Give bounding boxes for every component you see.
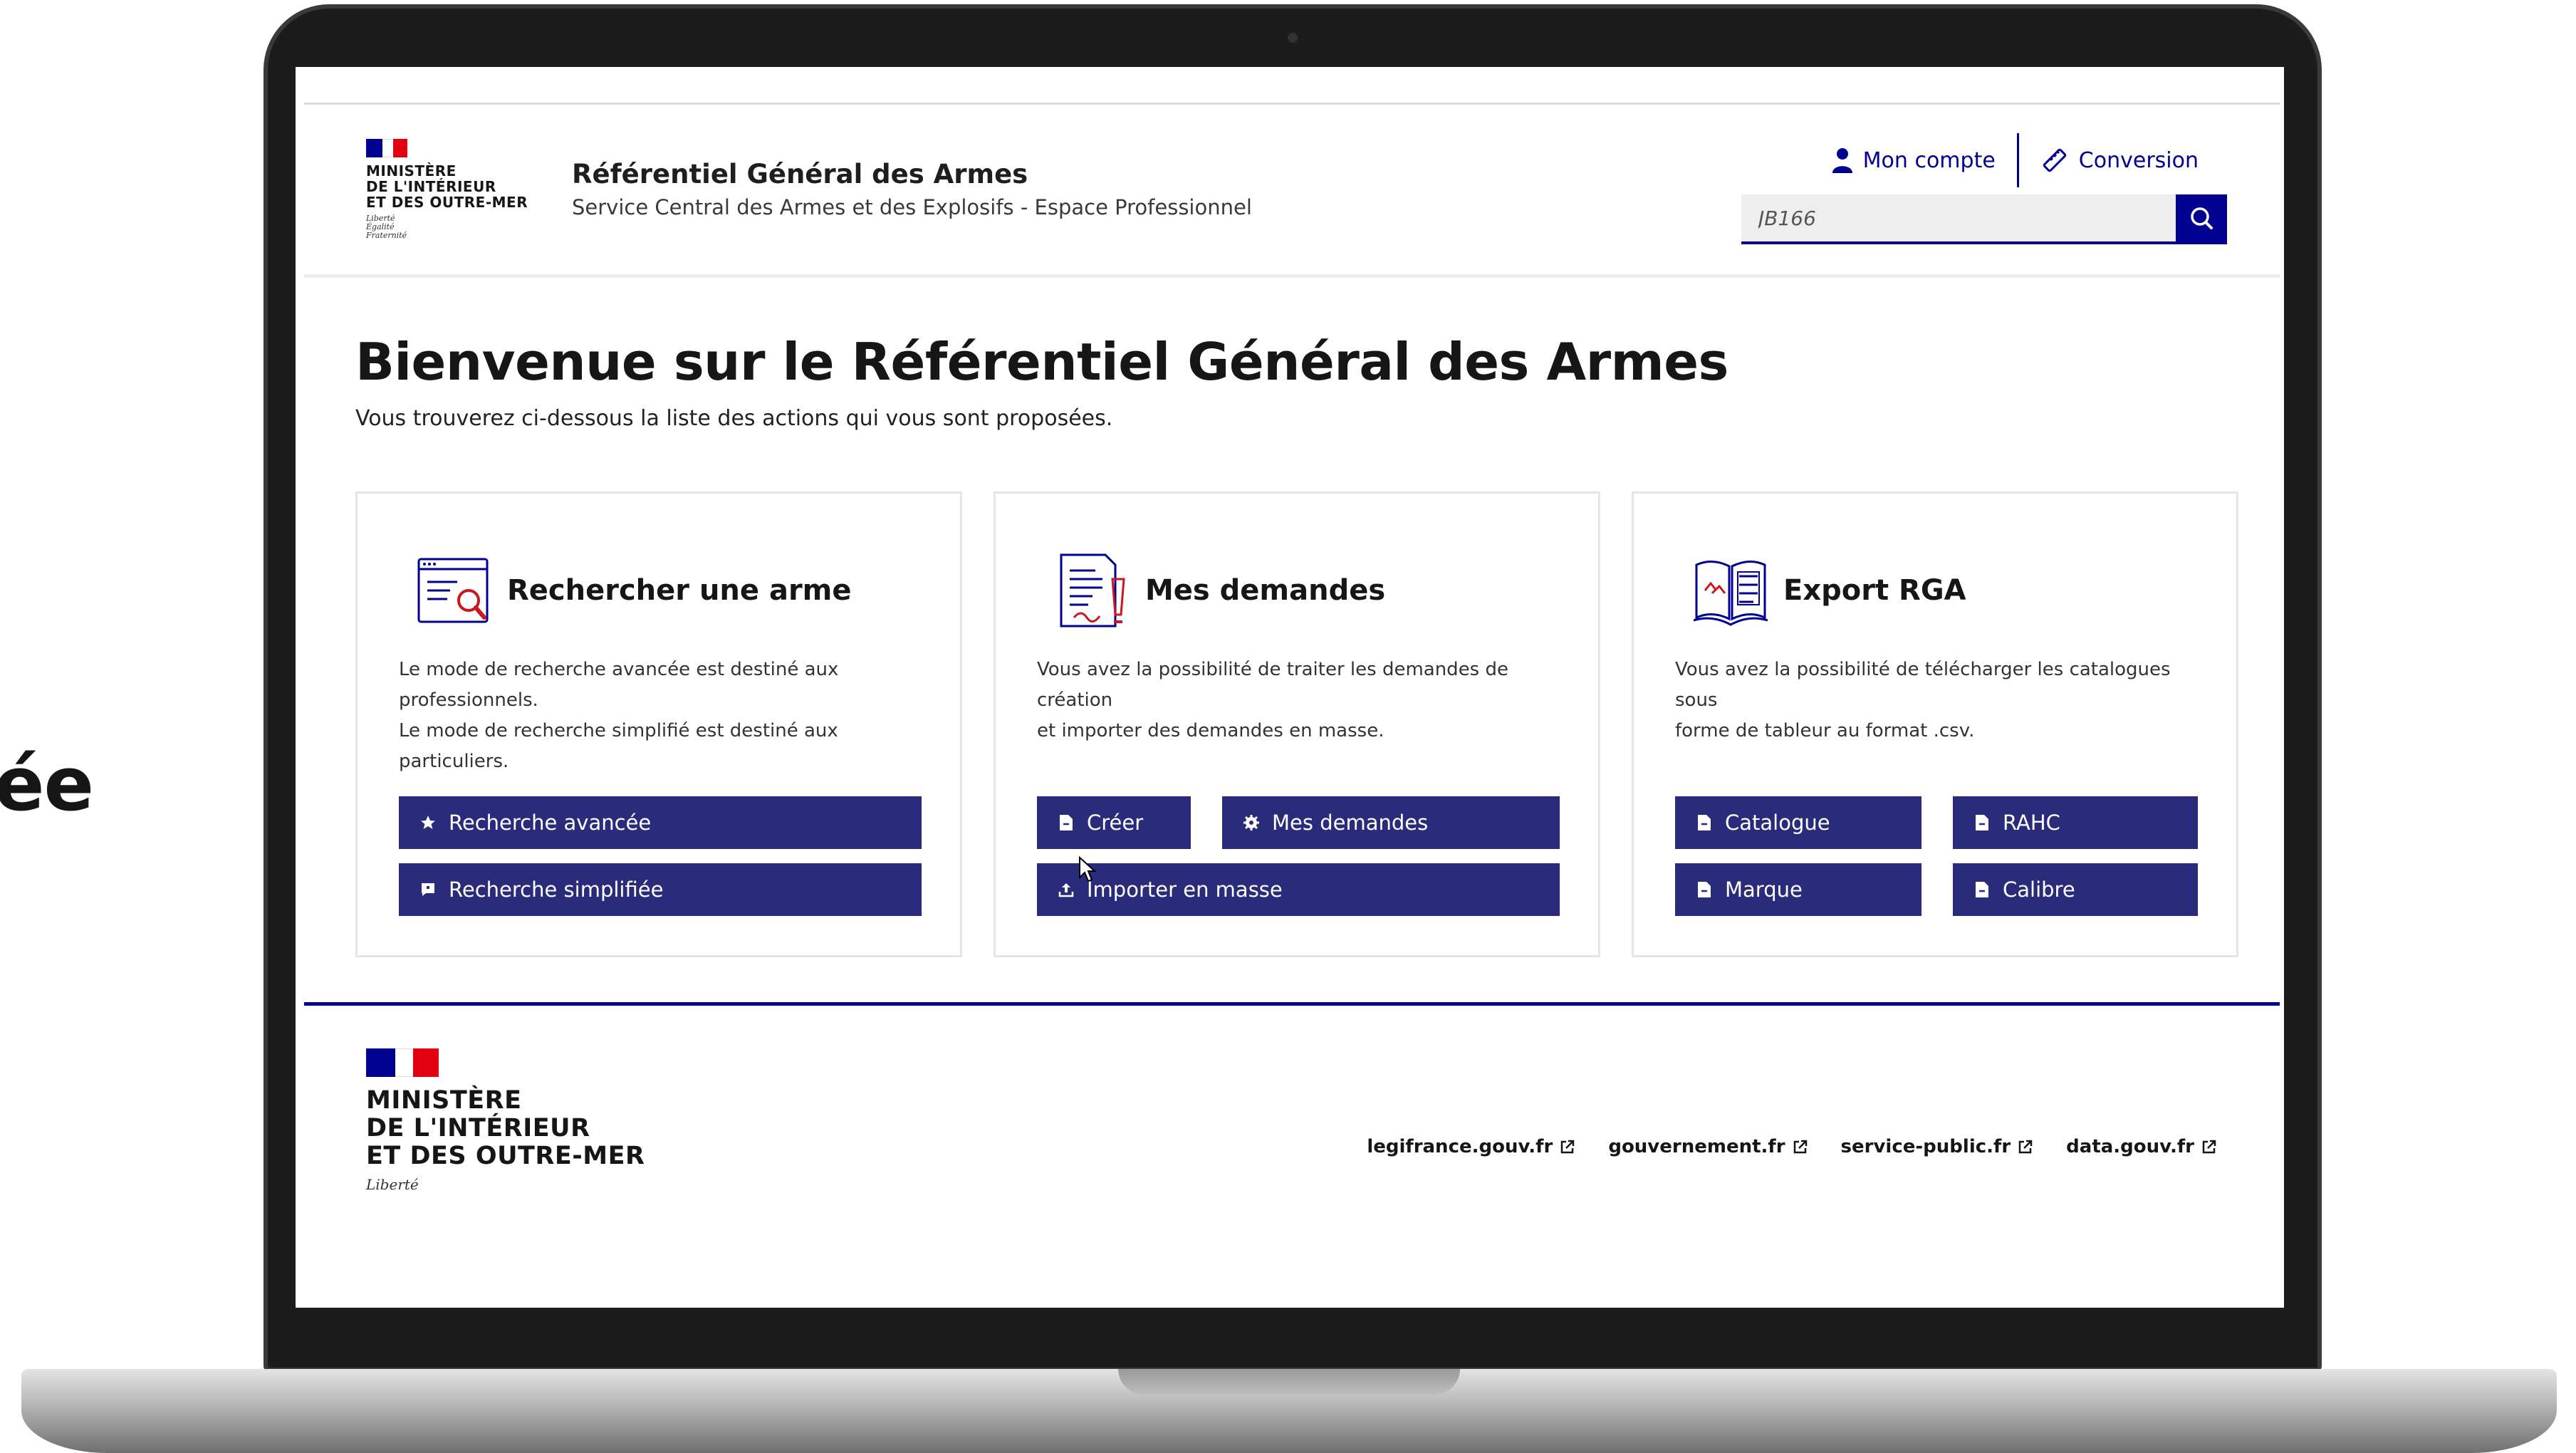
page-lead: Vous trouverez ci-dessous la liste des a… — [355, 406, 1113, 431]
slide-heading-fragment: ée — [0, 741, 94, 828]
create-request-button[interactable]: Créer — [1037, 796, 1191, 849]
export-calibre-button[interactable]: Calibre — [1953, 863, 2198, 916]
site-footer: MINISTÈRE DE L'INTÉRIEUR ET DES OUTRE-ME… — [304, 1002, 2280, 1194]
card-export-rga: Export RGA Vous avez la possibilité de t… — [1632, 491, 2238, 957]
export-catalogue-button[interactable]: Catalogue — [1675, 796, 1921, 849]
main-content: Bienvenue sur le Référentiel Général des… — [304, 278, 2280, 999]
card-title: Rechercher une arme — [507, 574, 852, 607]
card-header: Mes demandes — [1053, 551, 1385, 630]
header-tools: Mon compte Conversion — [1810, 133, 2220, 187]
search-document-icon — [417, 558, 489, 623]
signed-document-icon — [1060, 553, 1125, 627]
account-label: Mon compte — [1862, 147, 1996, 173]
footer-link-service-public[interactable]: service-public.fr — [1841, 1136, 2034, 1157]
site-title[interactable]: Référentiel Général des Armes — [572, 159, 1028, 189]
footer-ministry-logo[interactable]: MINISTÈRE DE L'INTÉRIEUR ET DES OUTRE-ME… — [366, 1048, 645, 1193]
card-header: Rechercher une arme — [414, 551, 851, 630]
site-subtitle: Service Central des Armes et des Explosi… — [572, 195, 1252, 219]
external-link-icon — [1793, 1140, 1807, 1154]
card-my-requests: Mes demandes Vous avez la possibilité de… — [994, 491, 1600, 957]
site-header: MINISTÈRE DE L'INTÉRIEUR ET DES OUTRE-ME… — [304, 105, 2280, 278]
search-bar — [1741, 194, 2227, 244]
external-link-icon — [2202, 1140, 2216, 1154]
bookmark-icon — [419, 880, 437, 899]
account-link[interactable]: Mon compte — [1810, 136, 2017, 184]
card-description: Vous avez la possibilité de télécharger … — [1675, 659, 2171, 741]
conversion-label: Conversion — [2078, 147, 2199, 173]
file-icon — [1057, 813, 1075, 832]
footer-link-data-gouv[interactable]: data.gouv.fr — [2066, 1136, 2217, 1157]
marianne-flag-icon — [366, 139, 407, 157]
simple-search-button[interactable]: Recherche simplifiée — [399, 863, 922, 916]
card-title: Mes demandes — [1145, 574, 1386, 607]
advanced-search-button[interactable]: Recherche avancée — [399, 796, 922, 849]
card-search-weapon: Rechercher une arme Le mode de recherche… — [355, 491, 962, 957]
card-header: Export RGA — [1691, 551, 1966, 630]
page-title: Bienvenue sur le Référentiel Général des… — [355, 332, 1728, 392]
marianne-flag-icon — [366, 1048, 439, 1077]
file-icon — [1973, 813, 1991, 832]
bulk-import-button[interactable]: Importer en masse — [1037, 863, 1560, 916]
ministry-name: MINISTÈRE DE L'INTÉRIEUR ET DES OUTRE-ME… — [366, 162, 528, 211]
footer-link-legifrance[interactable]: legifrance.gouv.fr — [1367, 1136, 1575, 1157]
laptop-screen: MINISTÈRE DE L'INTÉRIEUR ET DES OUTRE-ME… — [296, 67, 2284, 1308]
external-link-icon — [1561, 1140, 1575, 1154]
open-book-icon — [1693, 561, 1768, 626]
search-button[interactable] — [2176, 194, 2227, 241]
footer-links: legifrance.gouv.fr gouvernement.fr servi… — [1367, 1136, 2217, 1157]
presentation-slide: ée MINISTÈRE DE L'INTÉRIEUR ET DES OUTRE… — [0, 0, 2576, 1453]
footer-link-gouvernement[interactable]: gouvernement.fr — [1608, 1136, 1808, 1157]
file-icon — [1695, 813, 1714, 832]
card-description: Le mode de recherche avancée est destiné… — [399, 659, 839, 772]
ruler-icon — [2043, 148, 2067, 172]
card-description: Vous avez la possibilité de traiter les … — [1037, 659, 1508, 741]
ministry-name: MINISTÈRE DE L'INTÉRIEUR ET DES OUTRE-ME… — [366, 1086, 645, 1170]
file-icon — [1695, 880, 1714, 899]
star-icon — [419, 813, 437, 832]
file-icon — [1973, 880, 1991, 899]
search-input[interactable] — [1741, 194, 2176, 241]
search-icon — [2191, 207, 2213, 229]
export-rahc-button[interactable]: RAHC — [1953, 796, 2198, 849]
web-page: MINISTÈRE DE L'INTÉRIEUR ET DES OUTRE-ME… — [304, 103, 2280, 1194]
my-requests-button[interactable]: Mes demandes — [1222, 796, 1560, 849]
ministry-logo[interactable]: MINISTÈRE DE L'INTÉRIEUR ET DES OUTRE-ME… — [366, 139, 528, 240]
user-icon — [1832, 148, 1852, 173]
republic-motto: Liberté Égalité Fraternité — [366, 214, 407, 240]
conversion-link[interactable]: Conversion — [2019, 136, 2220, 184]
mouse-cursor-icon — [1079, 856, 1097, 882]
upload-icon — [1057, 880, 1075, 899]
webcam — [1288, 33, 1298, 43]
gear-icon — [1242, 813, 1261, 832]
laptop-hinge-notch — [1118, 1369, 1460, 1395]
card-title: Export RGA — [1783, 574, 1966, 607]
export-marque-button[interactable]: Marque — [1675, 863, 1921, 916]
external-link-icon — [2018, 1140, 2033, 1154]
republic-motto: Liberté — [366, 1176, 419, 1193]
